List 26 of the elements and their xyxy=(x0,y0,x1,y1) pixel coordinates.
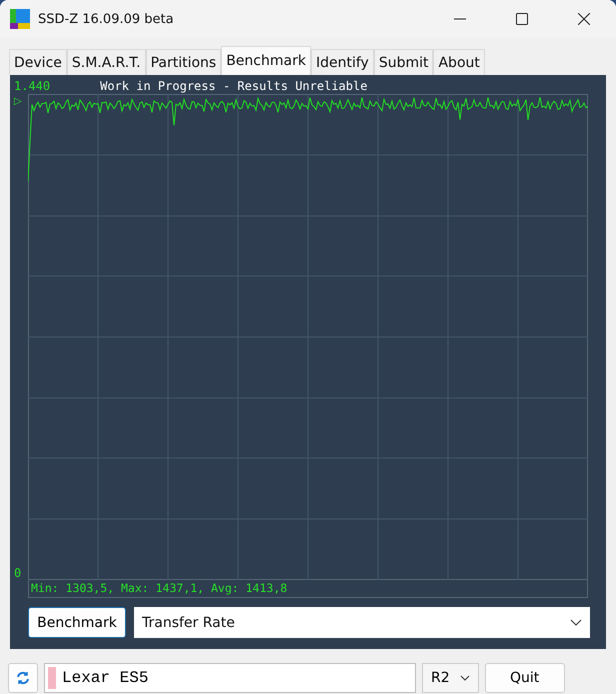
chevron-icon xyxy=(460,675,470,681)
tab[interactable]: Submit xyxy=(374,49,434,75)
tab[interactable]: Identify xyxy=(310,49,374,75)
app-logo-icon xyxy=(10,9,30,29)
window-title: SSD-Z 16.09.09 beta xyxy=(38,12,174,26)
quit-button[interactable]: Quit xyxy=(484,663,565,693)
graph-title: Work in Progress - Results Unreliable xyxy=(100,79,368,93)
tab[interactable]: About xyxy=(433,49,485,75)
marker-icon: ▷ xyxy=(14,96,28,107)
benchmark-button[interactable]: Benchmark xyxy=(28,607,126,638)
tab[interactable]: Benchmark xyxy=(221,46,311,75)
stats-text: Min: 1303,5, Max: 1437,1, Avg: 1413,8 xyxy=(28,580,588,598)
drive-color-swatch xyxy=(48,667,56,689)
maximize-icon[interactable] xyxy=(516,13,528,25)
tab[interactable]: Partitions xyxy=(146,49,222,75)
y-max-label: 1.440 xyxy=(14,79,50,93)
refresh-icon xyxy=(16,671,30,685)
mode-dropdown[interactable]: Transfer Rate xyxy=(134,607,590,638)
refresh-button[interactable] xyxy=(8,663,38,693)
close-icon[interactable] xyxy=(578,13,590,25)
y-min-label: 0 xyxy=(14,566,22,580)
tab[interactable]: S.M.A.R.T. xyxy=(66,49,146,75)
drive-field[interactable]: Lexar ES5 xyxy=(44,663,416,693)
tab[interactable]: Device xyxy=(9,49,67,75)
chevron-icon xyxy=(570,619,582,626)
drive-letter-dropdown[interactable]: R2 xyxy=(422,663,479,693)
